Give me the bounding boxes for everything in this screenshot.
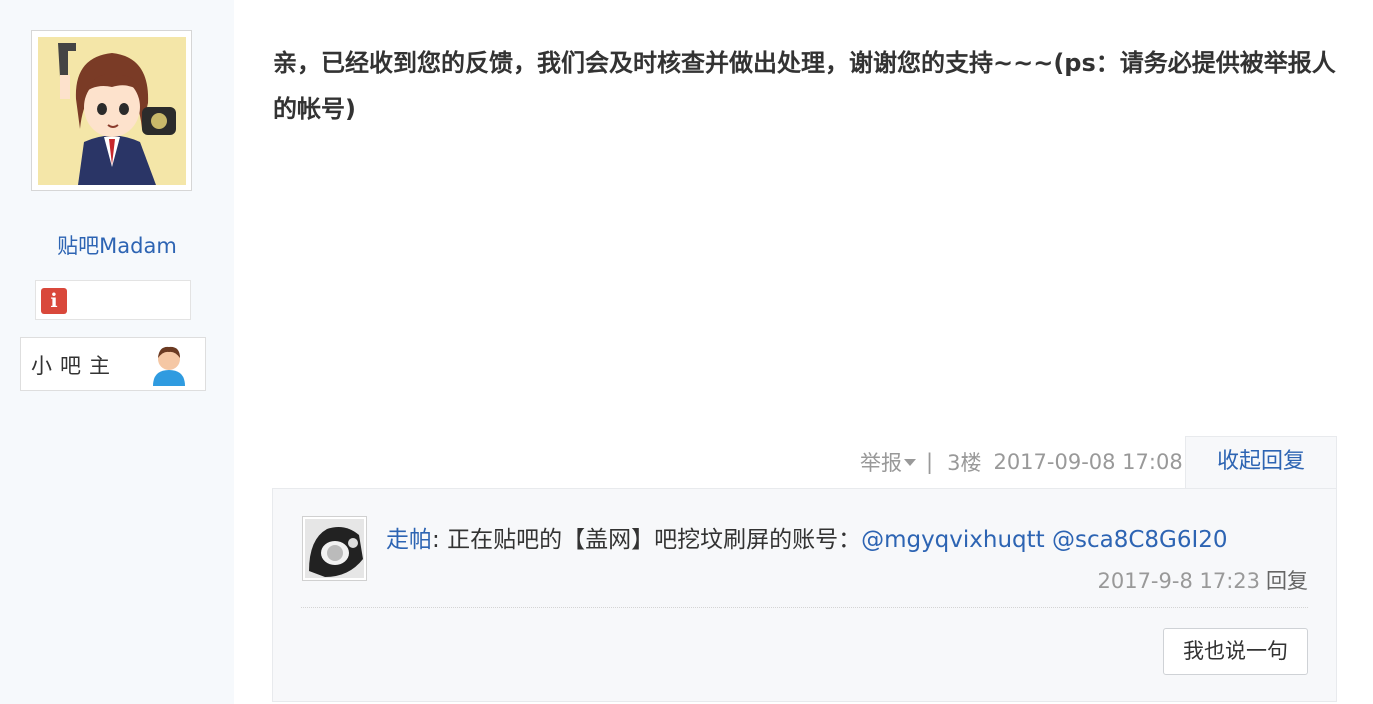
author-username[interactable]: 贴吧Madam <box>0 230 234 260</box>
report-link[interactable]: 举报 <box>860 447 902 477</box>
collapse-replies-button[interactable]: 收起回复 <box>1185 436 1337 490</box>
post-time: 2017-09-08 17:08 <box>993 450 1183 474</box>
reply-avatar-image <box>305 519 364 578</box>
mention-link[interactable]: @sca8C8G6I20 <box>1052 527 1228 553</box>
floor-number: 3楼 <box>947 451 982 475</box>
anime-avatar-image <box>38 37 186 185</box>
reply-colon: : <box>432 527 440 553</box>
post-content: 亲，已经收到您的反馈，我们会及时核查并做出处理，谢谢您的支持~~~(ps：请务必… <box>273 49 1336 123</box>
reply-button[interactable]: 回复 <box>1266 569 1308 593</box>
sub-reply-panel: 走帕: 正在贴吧的【盖网】吧挖坟刷屏的账号：@mgyqvixhuqtt @sca… <box>272 488 1337 702</box>
reply-username[interactable]: 走帕 <box>386 527 432 553</box>
author-badge-box: i <box>35 280 191 320</box>
report-dropdown-caret-icon[interactable] <box>904 458 916 466</box>
mention-link[interactable]: @mgyqvixhuqtt <box>861 527 1045 553</box>
reply-time: 2017-9-8 17:23 <box>1097 569 1260 593</box>
role-label: 小吧主 <box>31 354 118 378</box>
tail-separator: | <box>926 450 934 474</box>
add-comment-button[interactable]: 我也说一句 <box>1163 628 1308 675</box>
info-badge-icon[interactable]: i <box>41 288 67 314</box>
author-avatar[interactable] <box>31 30 192 191</box>
reply-line: 走帕: 正在贴吧的【盖网】吧挖坟刷屏的账号：@mgyqvixhuqtt @sca… <box>386 520 1228 554</box>
user-avatar-icon <box>151 344 187 386</box>
role-badge[interactable]: 小吧主 <box>20 337 206 391</box>
reply-meta: 2017-9-8 17:23 回复 <box>1097 565 1308 595</box>
post-tail: 举报 | 3楼 2017-09-08 17:08 <box>860 437 1183 487</box>
author-sidebar: 贴吧Madam i 小吧主 <box>0 0 234 704</box>
reply-text: 正在贴吧的【盖网】吧挖坟刷屏的账号： <box>447 527 862 553</box>
reply-divider <box>301 607 1308 608</box>
reply-user-avatar[interactable] <box>302 516 367 581</box>
